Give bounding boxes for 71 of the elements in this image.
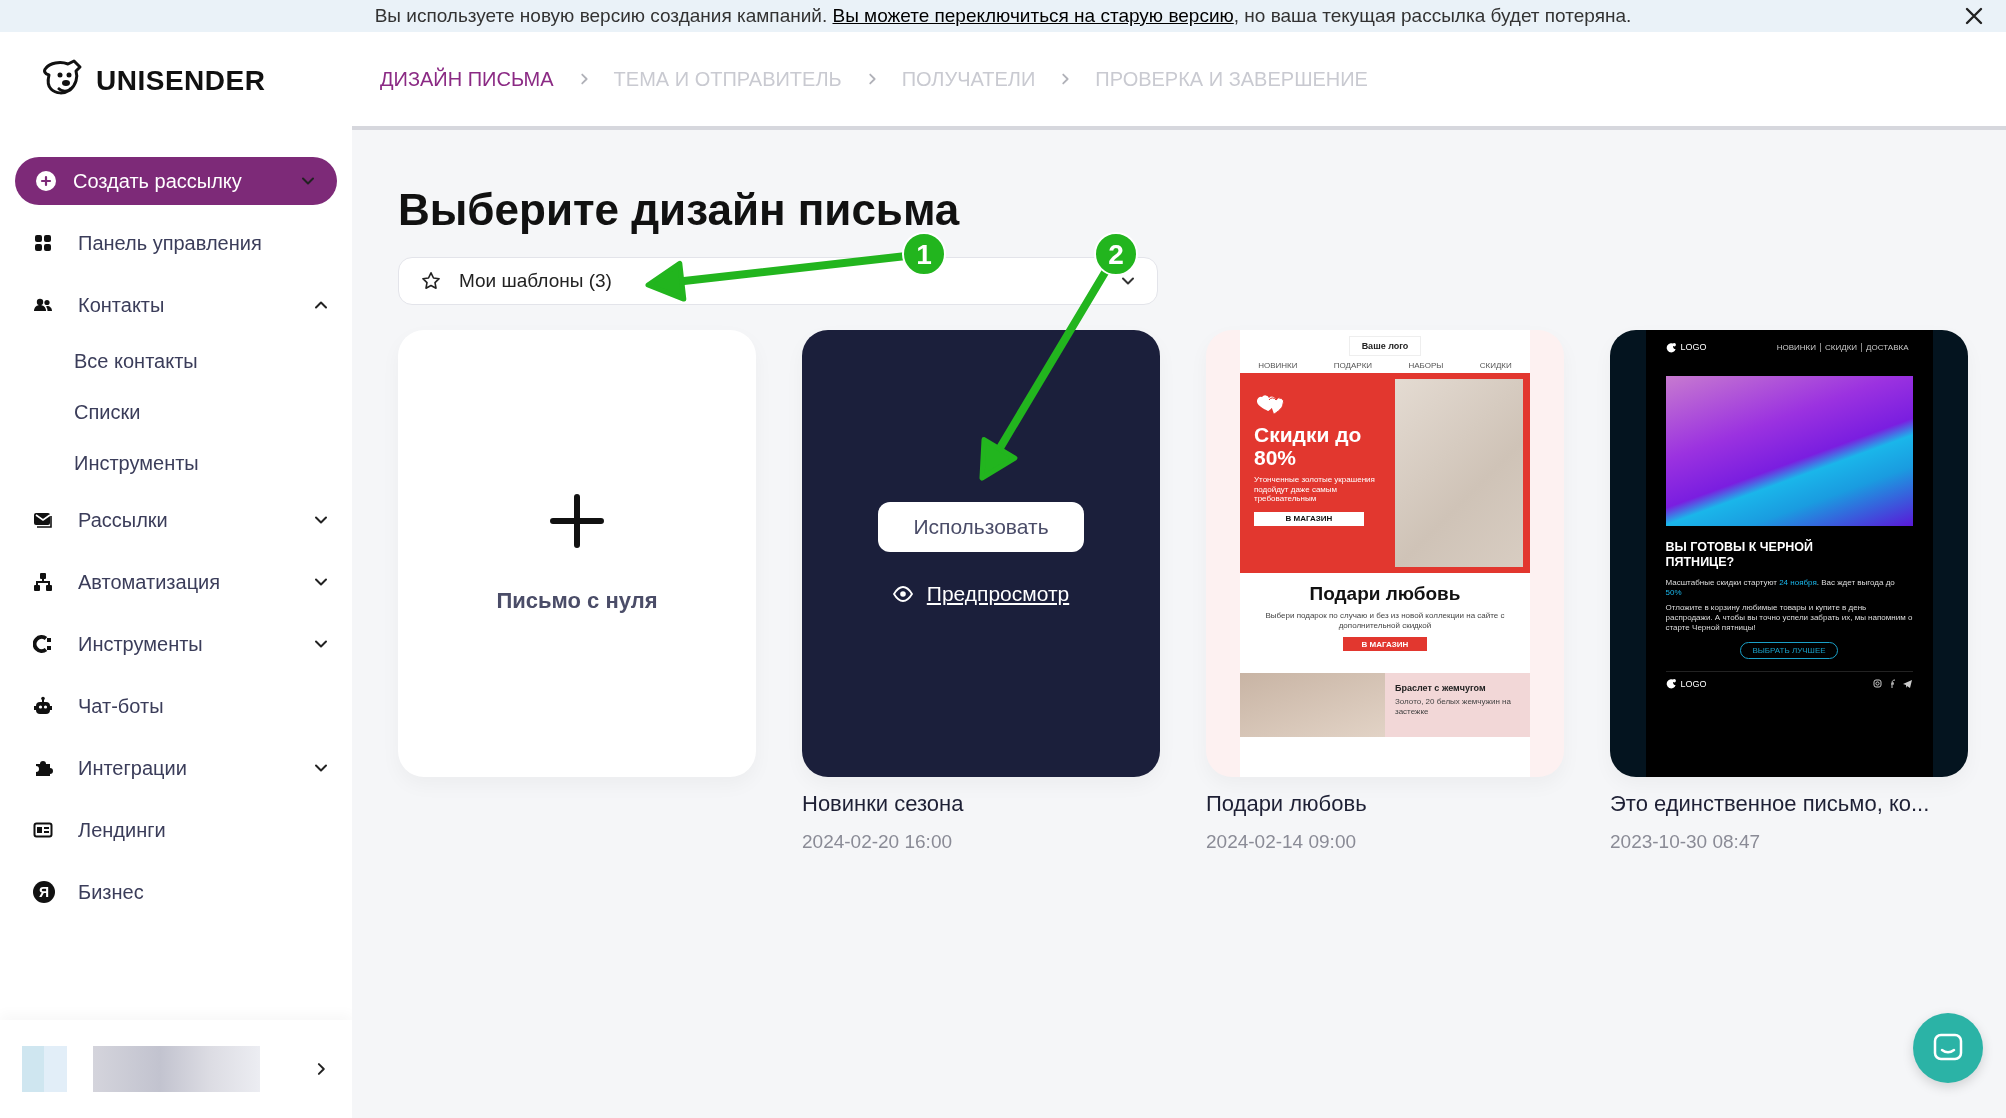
email-logo-text: LOGO [1680, 342, 1707, 352]
moon-logo-icon [1665, 678, 1677, 689]
email-nav-link: ДОСТАВКА [1861, 342, 1913, 352]
email-nav-link: СКИДКИ [1479, 361, 1512, 370]
card-label: Письмо с нуля [496, 587, 658, 614]
old-version-link[interactable]: Вы можете переключиться на старую версию [832, 5, 1234, 26]
sidebar-item[interactable]: Чат-боты [0, 675, 330, 737]
star-icon [421, 271, 441, 291]
annotation-number-badge: 2 [1094, 232, 1138, 276]
template-card[interactable] [1206, 330, 1564, 777]
business-badge-icon: Я [33, 881, 55, 903]
robot-icon [33, 696, 53, 716]
plus-circle-icon [35, 170, 57, 192]
moon-logo-icon [1665, 341, 1677, 353]
annotation-number-badge: 1 [902, 232, 946, 276]
close-icon[interactable] [1964, 6, 1984, 26]
template-date: 2024-02-14 09:00 [1206, 831, 1357, 853]
promo-text: Утонченные золотые украшения подойдут даже самым требовательным [1254, 475, 1376, 504]
logo-text[interactable]: UNISENDER [96, 65, 266, 97]
create-campaign-button[interactable]: Создать рассылку [15, 157, 337, 205]
email-text: Выбери подарок по случаю и без из новой коллекции на сайте с дополнительной скидкой [1264, 611, 1506, 631]
email-heading: Подари любовь [1309, 583, 1461, 605]
social-icons-drawing [1872, 679, 1913, 688]
email-text: Масштабные скидки стартуют 24 ноября. Вас ждет выгода до 50% [1665, 578, 1896, 598]
sidebar-item[interactable]: Рассылки [0, 489, 330, 551]
shop-button: В МАГАЗИН [1343, 637, 1427, 652]
email-logo-text: LOGO [1680, 678, 1707, 689]
sidebar-item[interactable]: Инструменты [0, 613, 330, 675]
sidebar-subitem[interactable]: Все контакты [0, 336, 352, 387]
hearts-icon [1254, 393, 1284, 415]
sidebar-item[interactable]: Автоматизация [0, 551, 330, 613]
template-date: 2024-02-20 16:00 [802, 831, 953, 853]
preview-link[interactable]: Предпросмотр [926, 581, 1070, 606]
blank-template-card[interactable]: Письмо с нуля [398, 330, 756, 777]
plus-icon [550, 493, 604, 548]
sidebar-item[interactable]: Панель управления [0, 212, 330, 274]
email-text: Отложите в корзину любимые товары и купите в день распродажи. А чтобы вы точно успели забрать их, мы напомним о старте Черной пятницы! [1665, 603, 1913, 633]
email-nav-link: НОВИНКИ [1258, 361, 1298, 370]
email-nav-link: СКИДКИ [1820, 342, 1862, 352]
template-card[interactable]: Использовать Предпросмотр [802, 330, 1160, 777]
sidebar-subitem[interactable]: Инструменты [0, 438, 352, 489]
sidebar-item[interactable]: Контакты [0, 274, 330, 336]
template-date: 2023-10-30 08:47 [1610, 831, 1761, 853]
product-text: Золото, 20 белых жемчужин на застежке [1395, 697, 1512, 717]
step-tab[interactable]: ДИЗАЙН ПИСЬМА [380, 67, 554, 91]
email-nav-link: НОВИНКИ [1775, 342, 1818, 352]
hierarchy-icon [33, 572, 53, 592]
sidebar-item[interactable]: Интеграции [0, 737, 330, 799]
browser-window-icon [33, 820, 53, 840]
shop-button: В МАГАЗИН [1254, 511, 1364, 526]
sidebar-item[interactable]: Я Бизнес [0, 861, 330, 923]
envelope-icon [33, 510, 53, 530]
logo-placeholder: Ваше лого [1348, 336, 1422, 356]
use-template-button[interactable]: Использовать [878, 501, 1084, 552]
promo-heading: Скидки до 80% [1254, 423, 1363, 470]
grid-icon [33, 233, 53, 253]
template-name: Это единственное письмо, ко... [1610, 791, 1931, 817]
email-heading: ВЫ ГОТОВЫ К ЧЕРНОЙ ПЯТНИЦЕ? [1665, 540, 1814, 570]
email-nav-link: ПОДАРКИ [1333, 361, 1373, 370]
eye-icon [892, 585, 913, 602]
sidebar-item[interactable]: Лендинги [0, 799, 330, 861]
banner-message: Вы используете новую версию создания кампаний. Вы можете переключиться на старую версию, но ваша текущая рассылка будет потеряна. [374, 5, 1632, 27]
puzzle-icon [33, 758, 53, 778]
magnet-icon [33, 634, 53, 654]
product-title: Браслет с жемчугом [1395, 683, 1487, 693]
sidebar-subitem[interactable]: Списки [0, 387, 352, 438]
template-name: Подари любовь [1206, 791, 1368, 817]
email-nav-link: НАБОРЫ [1408, 361, 1444, 370]
blurred-avatar [22, 1046, 68, 1092]
template-card[interactable] [1610, 330, 1968, 777]
template-name: Новинки сезона [802, 791, 965, 817]
